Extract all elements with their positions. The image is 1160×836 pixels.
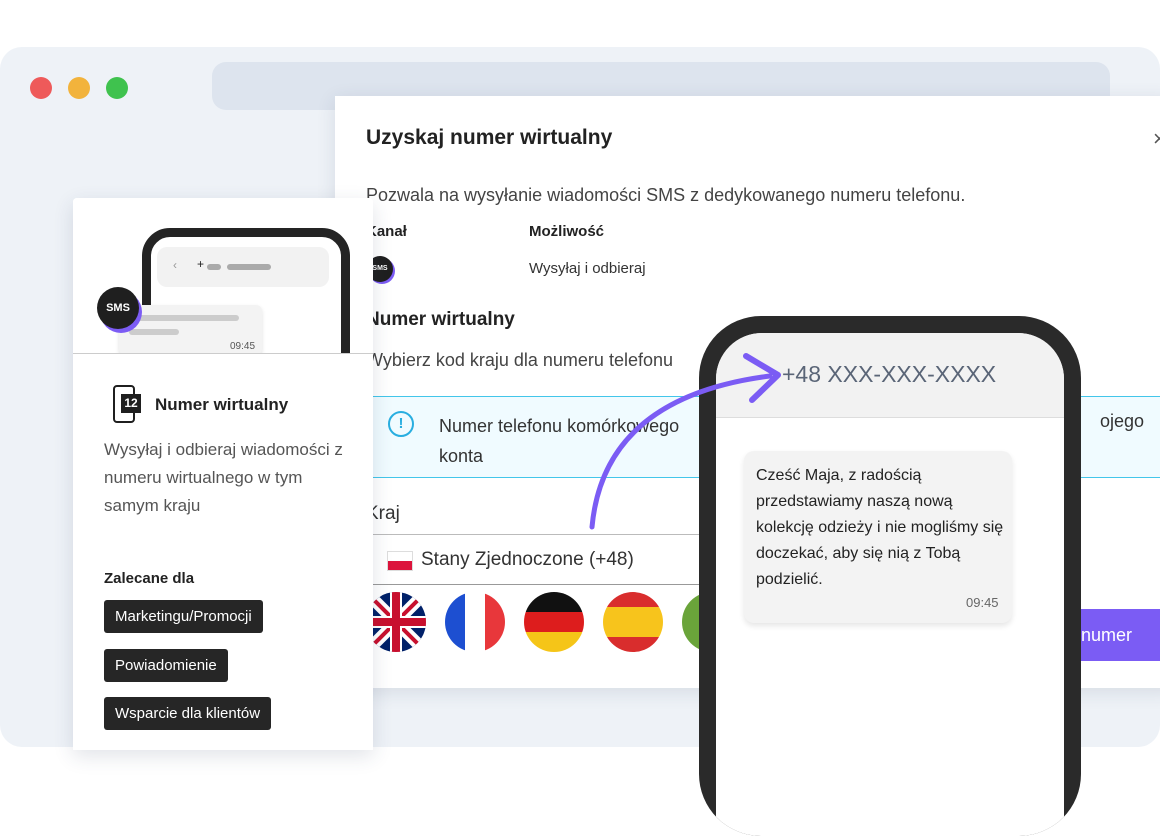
- section-title: Numer wirtualny: [366, 309, 515, 330]
- poland-flag-icon: [387, 551, 413, 571]
- phone-mockup: +48 XXX-XXX-XXXX Cześć Maja, z radością …: [699, 316, 1081, 836]
- capability-value: Wysyłaj i odbieraj: [529, 260, 646, 277]
- tag-notifications: Powiadomienie: [104, 649, 228, 682]
- message-bubble: Cześć Maja, z radością przedstawiamy nas…: [744, 451, 1012, 623]
- close-window-dot[interactable]: [30, 77, 52, 99]
- recommended-title: Zalecane dla: [104, 570, 195, 587]
- message-time: 09:45: [966, 595, 999, 610]
- country-select-value[interactable]: Stany Zjednoczone (+48): [421, 549, 634, 571]
- info-text-line1: Numer telefonu komórkowego: [439, 416, 680, 436]
- sms-badge-icon: SMS: [97, 287, 139, 329]
- maximize-window-dot[interactable]: [106, 77, 128, 99]
- france-flag-icon[interactable]: [445, 592, 505, 652]
- dialog-description: Pozwala na wysyłanie wiadomości SMS z de…: [366, 185, 966, 205]
- capability-column-header: Możliwość: [529, 223, 605, 240]
- phone-header: +48 XXX-XXX-XXXX: [716, 333, 1064, 418]
- virtual-phone-icon-number: 12: [121, 394, 141, 413]
- germany-flag-icon[interactable]: [524, 592, 584, 652]
- virtual-number-card[interactable]: ‹ + 09:45 SMS 12 Numer wirtualny Wysyłaj…: [73, 198, 373, 750]
- dialog-title: Uzyskaj numer wirtualny: [366, 126, 613, 149]
- section-subtitle: Wybierz kod kraju dla numeru telefonu: [366, 350, 673, 370]
- card-illustration: ‹ + 09:45 SMS: [73, 198, 373, 354]
- message-text: Cześć Maja, z radością przedstawiamy nas…: [756, 467, 1004, 588]
- virtual-number-display: +48 XXX-XXX-XXXX: [782, 361, 997, 387]
- uk-flag-icon[interactable]: [366, 592, 426, 652]
- card-description: Wysyłaj i odbieraj wiadomości z numeru w…: [104, 440, 343, 515]
- info-icon: !: [388, 411, 414, 437]
- card-title: Numer wirtualny: [155, 395, 289, 414]
- tag-customer-support: Wsparcie dla klientów: [104, 697, 272, 730]
- tag-marketing: Marketingu/Promocji: [104, 600, 263, 633]
- get-number-button-label: j numer: [1072, 625, 1133, 645]
- spain-flag-icon[interactable]: [603, 592, 663, 652]
- info-text-line2: konta: [439, 446, 484, 466]
- info-text-tail: ojego: [1100, 411, 1145, 431]
- mini-message-time: 09:45: [230, 341, 256, 352]
- close-icon[interactable]: ×: [1153, 126, 1160, 152]
- phone-screen: +48 XXX-XXX-XXXX Cześć Maja, z radością …: [716, 333, 1064, 836]
- mini-phone-header: ‹ +: [157, 247, 329, 287]
- minimize-window-dot[interactable]: [68, 77, 90, 99]
